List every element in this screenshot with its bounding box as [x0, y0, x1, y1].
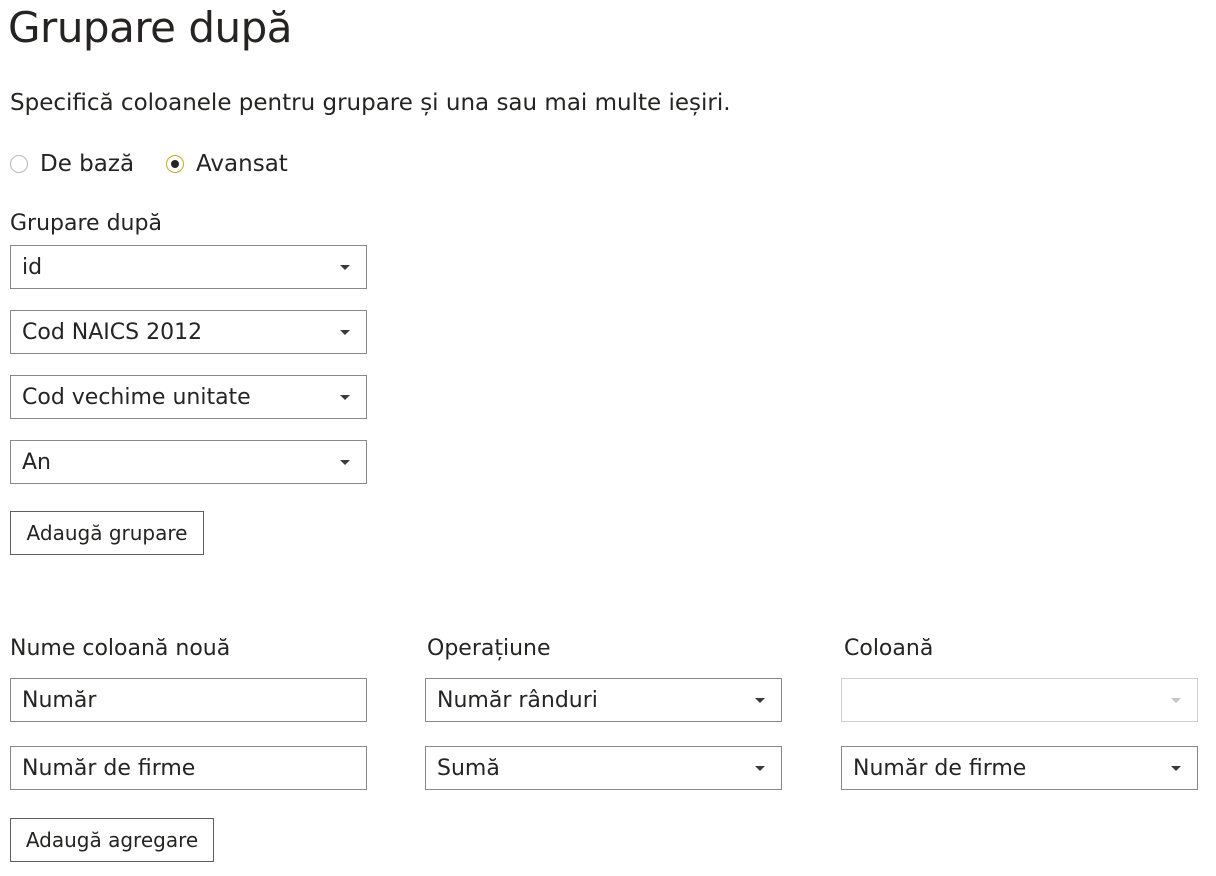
- add-grouping-button[interactable]: Adaugă grupare: [10, 511, 204, 555]
- chevron-down-icon: [755, 765, 765, 771]
- radio-advanced[interactable]: Avansat: [166, 147, 288, 181]
- dialog-title: Grupare după: [8, 3, 293, 52]
- radio-advanced-circle[interactable]: [166, 155, 185, 173]
- new-column-name-input-1[interactable]: Număr: [10, 678, 367, 722]
- mode-radio-group: De bază Avansat: [10, 147, 320, 181]
- chevron-down-icon: [340, 459, 350, 465]
- chevron-down-icon: [340, 264, 350, 270]
- group-by-dropdown-2[interactable]: Cod NAICS 2012: [10, 310, 367, 354]
- column-dropdown-1[interactable]: [841, 678, 1198, 722]
- column-header: Coloană: [844, 636, 934, 661]
- group-by-dropdown-3-value: Cod vechime unitate: [22, 384, 251, 410]
- group-by-dropdown-4-value: An: [22, 449, 51, 475]
- radio-advanced-label: Avansat: [196, 151, 288, 177]
- group-by-dropdown-1[interactable]: id: [10, 245, 367, 289]
- add-aggregation-button[interactable]: Adaugă agregare: [10, 818, 214, 862]
- dialog-subtitle: Specifică coloanele pentru grupare și un…: [10, 90, 731, 116]
- chevron-down-icon: [1171, 765, 1181, 771]
- operation-dropdown-2-value: Sumă: [437, 755, 500, 781]
- operation-dropdown-1[interactable]: Număr rânduri: [425, 678, 782, 722]
- operation-header: Operațiune: [427, 636, 551, 661]
- chevron-down-icon: [340, 329, 350, 335]
- group-by-dropdown-2-value: Cod NAICS 2012: [22, 319, 203, 345]
- new-column-name-input-2-value: Număr de firme: [22, 755, 196, 781]
- radio-basic[interactable]: De bază: [10, 147, 134, 181]
- group-by-dropdown-3[interactable]: Cod vechime unitate: [10, 375, 367, 419]
- radio-basic-label: De bază: [40, 151, 135, 177]
- group-by-dropdown-4[interactable]: An: [10, 440, 367, 484]
- column-dropdown-2-value: Număr de firme: [853, 755, 1027, 781]
- new-column-name-input-1-value: Număr: [22, 687, 97, 713]
- new-column-name-header: Nume coloană nouă: [10, 636, 231, 661]
- new-column-name-input-2[interactable]: Număr de firme: [10, 746, 367, 790]
- radio-basic-circle[interactable]: [10, 155, 28, 173]
- operation-dropdown-2[interactable]: Sumă: [425, 746, 782, 790]
- chevron-down-icon: [340, 394, 350, 400]
- column-dropdown-2[interactable]: Număr de firme: [841, 746, 1198, 790]
- operation-dropdown-1-value: Număr rânduri: [437, 687, 598, 713]
- chevron-down-icon: [755, 697, 765, 703]
- chevron-down-icon: [1171, 697, 1181, 703]
- group-by-dropdown-1-value: id: [22, 254, 43, 280]
- group-by-label: Grupare după: [10, 211, 162, 236]
